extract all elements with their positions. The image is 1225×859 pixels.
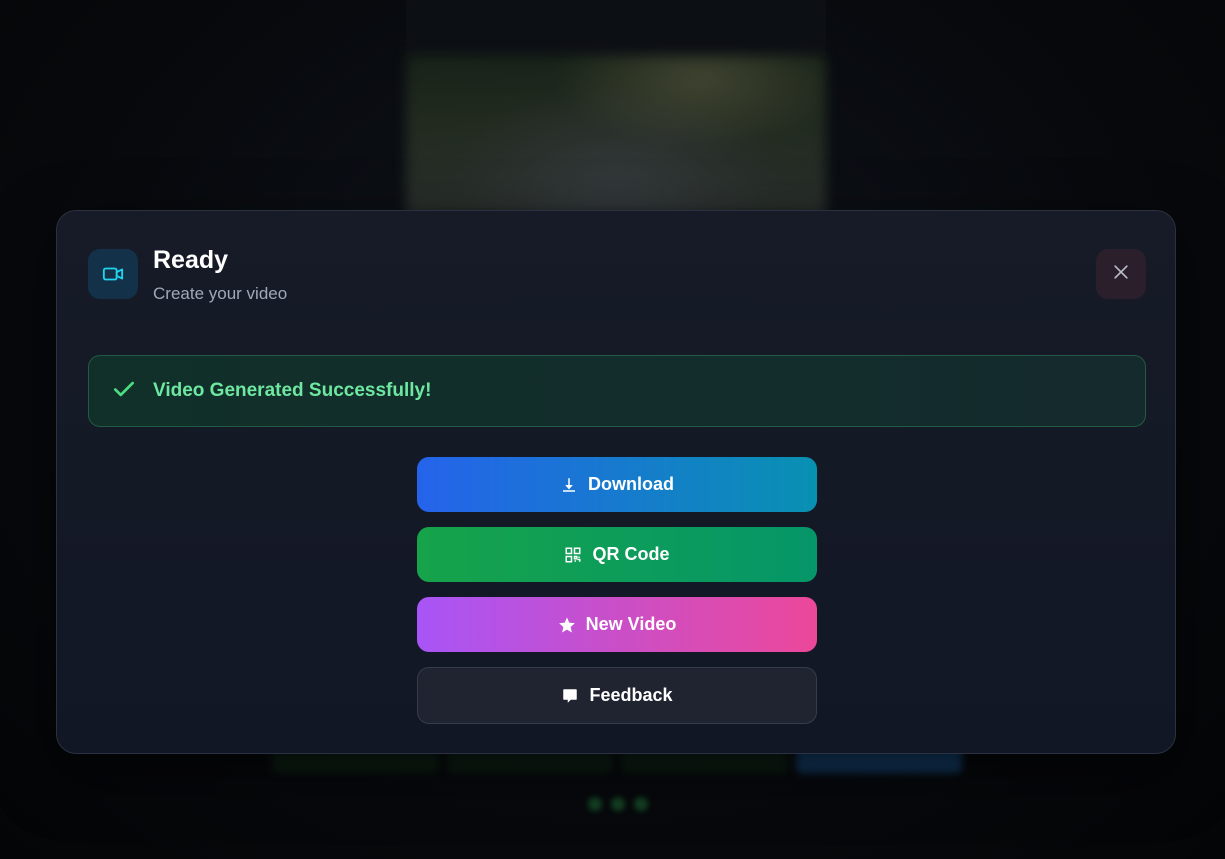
feedback-label: Feedback [589,685,673,705]
feedback-button[interactable]: Feedback [417,667,817,724]
download-button[interactable]: Download [417,457,817,512]
download-icon [560,476,578,494]
qr-code-label: QR Code [592,544,670,564]
background-video-header [406,0,826,55]
star-icon [558,616,576,634]
close-button[interactable] [1096,249,1146,299]
download-label: Download [588,474,674,494]
background-video-preview [406,55,826,215]
background-dot [588,797,602,811]
modal-subtitle: Create your video [153,284,288,303]
background-dots [588,797,648,811]
success-banner: Video Generated Successfully! [88,355,1146,427]
checkmark-icon [111,376,137,407]
success-message: Video Generated Successfully! [153,380,432,401]
background-dot [634,797,648,811]
qr-code-icon [564,546,582,564]
modal-title: Ready [153,246,229,274]
video-camera-icon [88,249,138,299]
new-video-button[interactable]: New Video [417,597,817,652]
chat-bubble-icon [561,687,579,705]
close-icon [1111,262,1131,287]
new-video-label: New Video [585,614,677,634]
result-modal: Ready Create your video Video Generated … [56,210,1176,754]
background-dot [611,797,625,811]
qr-code-button[interactable]: QR Code [417,527,817,582]
